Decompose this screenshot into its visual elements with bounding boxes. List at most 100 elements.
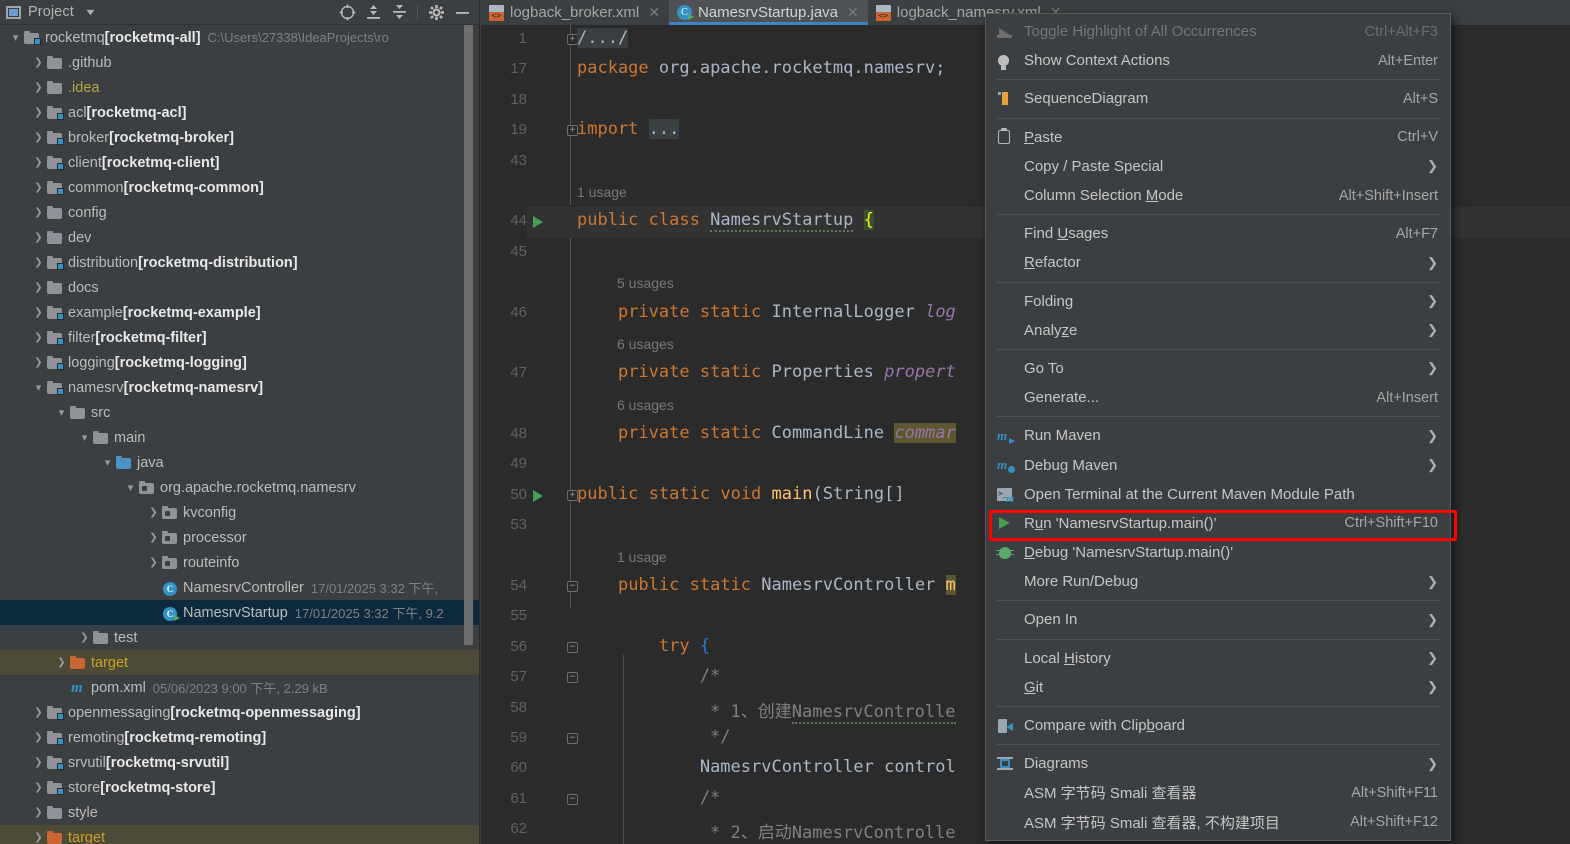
menu-item[interactable]: ASM 字节码 Smali 查看器 Alt+Shift+F11	[986, 778, 1450, 807]
chevron-right-icon[interactable]: ❯	[54, 657, 69, 668]
settings-gear-icon[interactable]	[423, 1, 449, 23]
fold-collapse-icon[interactable]: −	[567, 732, 578, 744]
tree-row[interactable]: C NamesrvController 17/01/2025 3:32 下午,	[0, 575, 479, 600]
chevron-right-icon[interactable]: ❯	[146, 557, 161, 568]
chevron-right-icon[interactable]: ❯	[31, 307, 46, 318]
editor-tab[interactable]: C NamesrvStartup.java ✕	[668, 0, 868, 25]
tree-row[interactable]: ❯ .idea	[0, 75, 479, 100]
chevron-right-icon[interactable]: ❯	[146, 532, 161, 543]
menu-item[interactable]: Find Usages Alt+F7	[986, 219, 1450, 248]
tree-row[interactable]: ❯ docs	[0, 275, 479, 300]
chevron-down-icon[interactable]: ▼	[84, 7, 97, 17]
menu-item[interactable]: Compare with Clipboard	[986, 711, 1450, 740]
menu-item[interactable]: Git ❯	[986, 673, 1450, 702]
chevron-right-icon[interactable]: ❯	[31, 782, 46, 793]
menu-item[interactable]: Open In ❯	[986, 605, 1450, 634]
collapse-all-icon[interactable]	[386, 1, 412, 23]
run-gutter-icon[interactable]	[533, 489, 543, 502]
menu-item[interactable]: Copy / Paste Special ❯	[986, 152, 1450, 181]
chevron-right-icon[interactable]: ❯	[31, 82, 46, 93]
chevron-down-icon[interactable]: ▾	[8, 32, 23, 43]
tree-row[interactable]: ❯ srvutil [rocketmq-srvutil]	[0, 750, 479, 775]
tree-row[interactable]: ❯ example [rocketmq-example]	[0, 300, 479, 325]
chevron-right-icon[interactable]: ❯	[31, 832, 46, 843]
usage-count-label[interactable]: 5 usages	[617, 275, 674, 291]
tree-row[interactable]: ▾ java	[0, 450, 479, 475]
menu-item[interactable]: Folding ❯	[986, 287, 1450, 316]
chevron-right-icon[interactable]: ❯	[146, 507, 161, 518]
fold-collapse-icon[interactable]: −	[567, 672, 578, 684]
chevron-right-icon[interactable]: ❯	[31, 807, 46, 818]
chevron-down-icon[interactable]: ▾	[31, 382, 46, 393]
tree-row[interactable]: m pom.xml 05/06/2023 9:00 下午, 2.29 kB	[0, 675, 479, 700]
menu-item[interactable]: Refactor ❯	[986, 248, 1450, 277]
chevron-right-icon[interactable]: ❯	[31, 332, 46, 343]
chevron-down-icon[interactable]: ▾	[77, 432, 92, 443]
chevron-right-icon[interactable]: ❯	[31, 157, 46, 168]
editor-tab[interactable]: logback_broker.xml ✕	[481, 0, 669, 25]
tree-row[interactable]: ❯ test	[0, 625, 479, 650]
menu-item[interactable]: Go To ❯	[986, 354, 1450, 383]
chevron-right-icon[interactable]: ❯	[31, 357, 46, 368]
tree-row[interactable]: ❯ config	[0, 200, 479, 225]
tree-row[interactable]: ❯ logging [rocketmq-logging]	[0, 350, 479, 375]
chevron-right-icon[interactable]: ❯	[31, 207, 46, 218]
fold-collapse-icon[interactable]: −	[567, 793, 578, 805]
tree-row[interactable]: ❯ target	[0, 650, 479, 675]
menu-item[interactable]: SequenceDiagram Alt+S	[986, 84, 1450, 113]
menu-item[interactable]: Analyze ❯	[986, 316, 1450, 345]
chevron-right-icon[interactable]: ❯	[31, 707, 46, 718]
chevron-right-icon[interactable]: ❯	[31, 107, 46, 118]
project-tree[interactable]: ▾ rocketmq [rocketmq-all] C:\Users\27338\I…	[0, 25, 479, 844]
menu-item[interactable]: Show Context Actions Alt+Enter	[986, 46, 1450, 75]
menu-item[interactable]: Local History ❯	[986, 644, 1450, 673]
chevron-right-icon[interactable]: ❯	[31, 257, 46, 268]
usage-count-label[interactable]: 1 usage	[577, 184, 627, 200]
project-panel-scrollbar[interactable]	[464, 25, 473, 645]
menu-item[interactable]: m Run Maven ❯	[986, 421, 1450, 450]
tree-row[interactable]: ❯ processor	[0, 525, 479, 550]
chevron-right-icon[interactable]: ❯	[31, 232, 46, 243]
chevron-right-icon[interactable]: ❯	[31, 132, 46, 143]
menu-item[interactable]: Paste Ctrl+V	[986, 123, 1450, 152]
tree-row[interactable]: ❯ distribution [rocketmq-distribution]	[0, 250, 479, 275]
editor-context-menu[interactable]: Toggle Highlight of All Occurrences Ctrl+…	[985, 13, 1451, 841]
chevron-right-icon[interactable]: ❯	[31, 182, 46, 193]
chevron-right-icon[interactable]: ❯	[77, 632, 92, 643]
chevron-down-icon[interactable]: ▾	[123, 482, 138, 493]
menu-item[interactable]: Run 'NamesrvStartup.main()' Ctrl+Shift+F1…	[986, 509, 1450, 538]
tree-row[interactable]: C NamesrvStartup 17/01/2025 3:32 下午, 9.2	[0, 600, 479, 625]
expand-all-icon[interactable]	[360, 1, 386, 23]
tree-row[interactable]: ▾ org.apache.rocketmq.namesrv	[0, 475, 479, 500]
fold-collapse-icon[interactable]: −	[567, 581, 578, 593]
menu-item[interactable]: m Debug Maven ❯	[986, 450, 1450, 479]
tree-row[interactable]: ❯ client [rocketmq-client]	[0, 150, 479, 175]
tree-row[interactable]: ❯ routeinfo	[0, 550, 479, 575]
usage-count-label[interactable]: 6 usages	[617, 336, 674, 352]
menu-item[interactable]: Generate... Alt+Insert	[986, 383, 1450, 412]
menu-item[interactable]: Column Selection Mode Alt+Shift+Insert	[986, 181, 1450, 210]
tree-row[interactable]: ❯ .github	[0, 50, 479, 75]
tree-row[interactable]: ▾ src	[0, 400, 479, 425]
usage-count-label[interactable]: 6 usages	[617, 397, 674, 413]
menu-item[interactable]: >_ m Open Terminal at the Current Maven Mo…	[986, 480, 1450, 509]
tree-row[interactable]: ▾ rocketmq [rocketmq-all] C:\Users\27338\I…	[0, 25, 479, 50]
chevron-right-icon[interactable]: ❯	[31, 757, 46, 768]
chevron-right-icon[interactable]: ❯	[31, 57, 46, 68]
fold-collapse-icon[interactable]: −	[567, 641, 578, 653]
close-icon[interactable]: ✕	[847, 4, 859, 21]
menu-item[interactable]: More Run/Debug ❯	[986, 567, 1450, 596]
tree-row[interactable]: ❯ acl [rocketmq-acl]	[0, 100, 479, 125]
tree-row[interactable]: ❯ remoting [rocketmq-remoting]	[0, 725, 479, 750]
tree-row[interactable]: ❯ openmessaging [rocketmq-openmessaging]	[0, 700, 479, 725]
tree-row[interactable]: ❯ filter [rocketmq-filter]	[0, 325, 479, 350]
tree-row[interactable]: ❯ common [rocketmq-common]	[0, 175, 479, 200]
chevron-right-icon[interactable]: ❯	[31, 732, 46, 743]
menu-item[interactable]: Diagrams ❯	[986, 749, 1450, 778]
menu-item[interactable]: ASM 字节码 Smali 查看器, 不构建项目 Alt+Shift+F12	[986, 808, 1450, 837]
tree-row[interactable]: ❯ kvconfig	[0, 500, 479, 525]
tree-row[interactable]: ❯ store [rocketmq-store]	[0, 775, 479, 800]
tree-row[interactable]: ▾ main	[0, 425, 479, 450]
close-icon[interactable]: ✕	[648, 4, 660, 21]
usage-count-label[interactable]: 1 usage	[617, 549, 667, 565]
